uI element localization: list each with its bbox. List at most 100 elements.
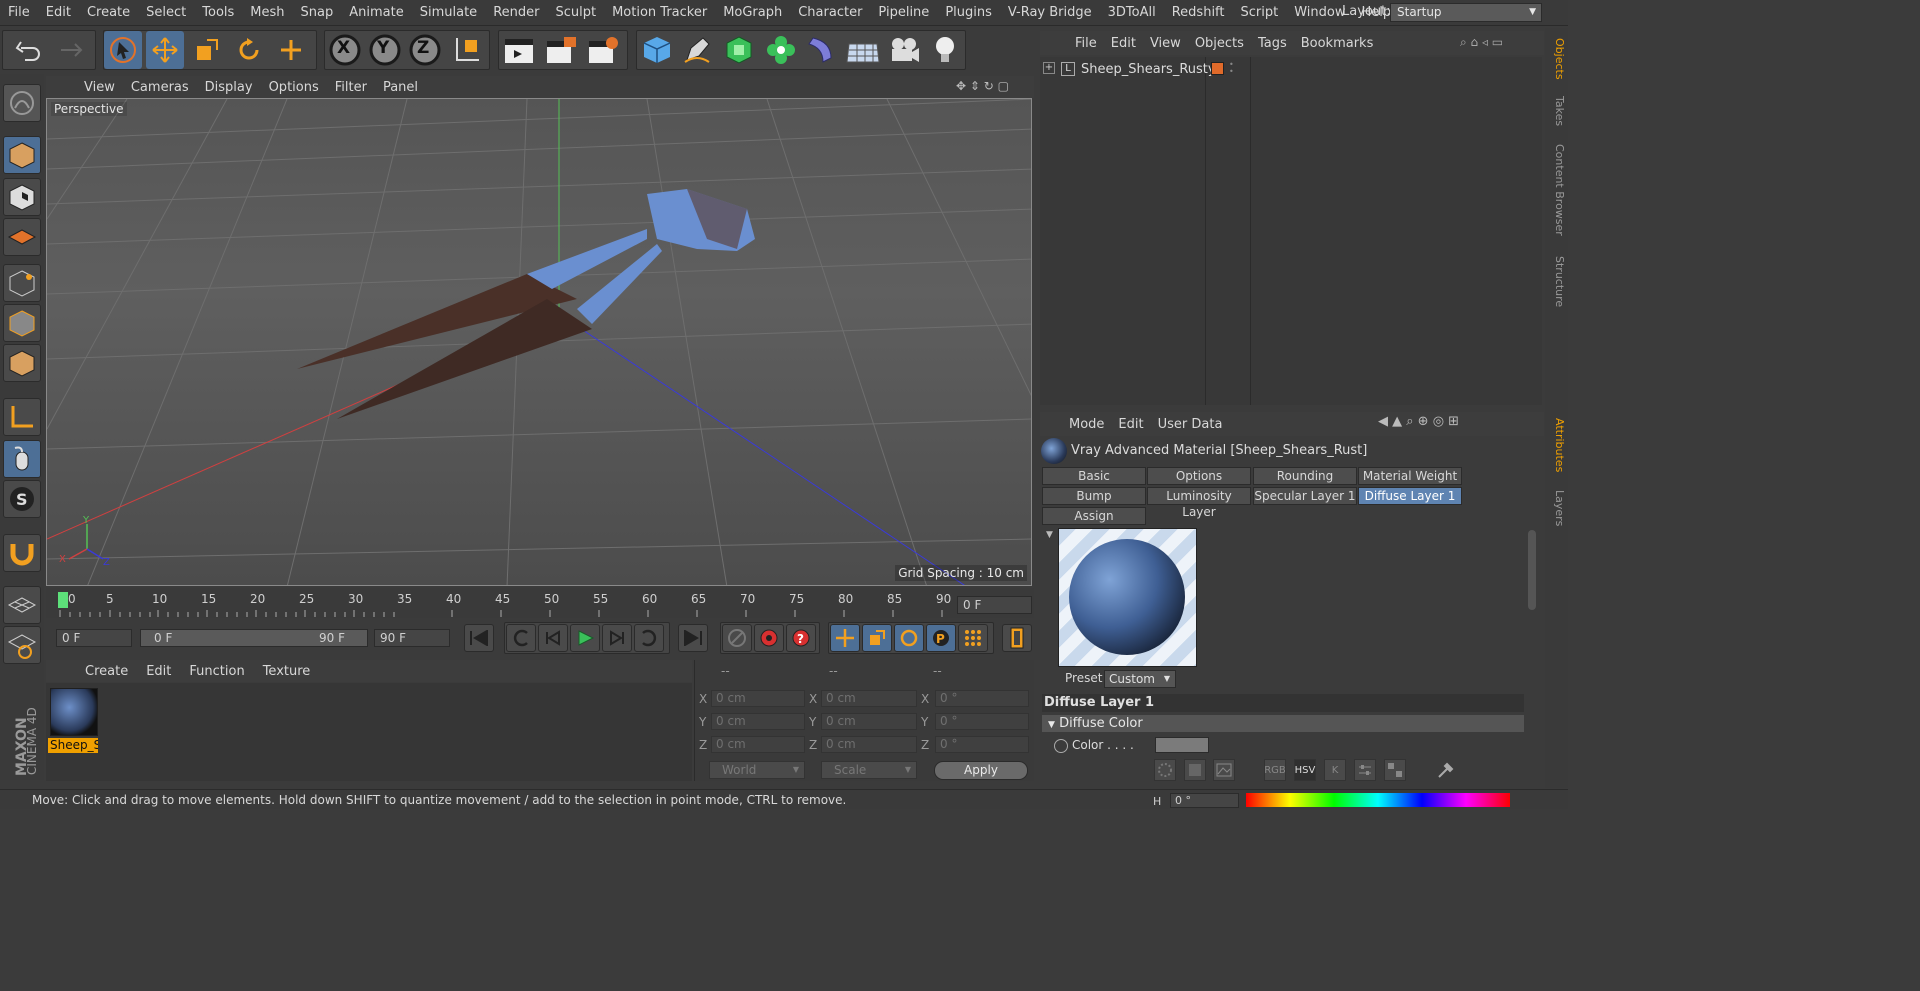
viewport-menu-display[interactable]: Display [197,80,261,95]
key-pla-button[interactable] [958,624,988,652]
coordinate-system-button[interactable] [448,31,486,69]
menu-pipeline[interactable]: Pipeline [870,5,937,20]
make-editable-button[interactable] [3,84,41,122]
hue-field[interactable]: 0 ° [1170,793,1239,808]
attributes-menu-user-data[interactable]: User Data [1151,417,1230,432]
tab-bump[interactable]: Bump [1042,487,1146,505]
layout-dropdown[interactable]: Startup ▼ [1390,3,1542,22]
redo-button[interactable] [52,31,90,69]
enable-axis-button[interactable] [3,398,41,436]
menu-mesh[interactable]: Mesh [242,5,292,20]
size-x-field[interactable]: 0 cm [821,690,917,707]
menu-sculpt[interactable]: Sculpt [547,5,604,20]
floor-environment-button[interactable] [844,31,882,69]
menu-motion-tracker[interactable]: Motion Tracker [604,5,715,20]
visibility-dots[interactable]: • • [1229,61,1235,77]
texture-mode-button[interactable] [3,178,41,216]
rotate-tool-button[interactable] [230,31,268,69]
menu-script[interactable]: Script [1233,5,1287,20]
attributes-nav-icons[interactable]: ◀ ▲ ⌕ ⊕ ◎ ⊞ [1378,414,1538,432]
material-list-area[interactable] [46,683,692,781]
material-menu-function[interactable]: Function [180,664,253,679]
menu-vray-bridge[interactable]: V-Ray Bridge [1000,5,1100,20]
pen-spline-button[interactable] [678,31,716,69]
keyframe-selection-button[interactable]: ? [786,624,816,652]
size-z-field[interactable]: 0 cm [821,736,917,753]
rot-z-field[interactable]: 0 ° [935,736,1029,753]
autokeying-button[interactable] [754,624,784,652]
side-tab-structure[interactable]: Structure [1546,256,1566,307]
menu-3dtoall[interactable]: 3DToAll [1100,5,1164,20]
polygons-mode-button[interactable] [3,344,41,382]
previous-key-button[interactable] [506,624,536,652]
pos-z-field[interactable]: 0 cm [711,736,805,753]
menu-edit[interactable]: Edit [38,5,79,20]
key-rotation-button[interactable] [894,624,924,652]
color-from-image-button[interactable] [1213,759,1235,781]
rot-y-field[interactable]: 0 ° [935,713,1029,730]
menu-select[interactable]: Select [138,5,194,20]
start-frame-field[interactable]: 0 F [56,629,132,647]
cube-object-button[interactable] [638,31,676,69]
attributes-menu-mode[interactable]: Mode [1062,417,1111,432]
side-tab-content-browser[interactable]: Content Browser [1546,144,1566,236]
key-position-button[interactable] [830,624,860,652]
side-tab-takes[interactable]: Takes [1546,96,1566,126]
render-to-picture-viewer-button[interactable] [542,31,580,69]
menu-simulate[interactable]: Simulate [412,5,485,20]
x-axis-lock-button[interactable]: X [326,31,364,69]
layer-color-swatch[interactable] [1211,62,1224,75]
object-menu-view[interactable]: View [1143,36,1188,51]
kelvin-button[interactable]: K [1324,759,1346,781]
expand-toggle[interactable]: + [1043,62,1055,74]
menu-render[interactable]: Render [485,5,547,20]
render-view-button[interactable] [500,31,538,69]
attributes-scrollbar[interactable] [1528,530,1536,610]
side-tab-layers[interactable]: Layers [1546,490,1566,526]
tab-diffuse-layer-1[interactable]: Diffuse Layer 1 [1358,487,1462,505]
object-list[interactable] [1040,57,1542,405]
pos-x-field[interactable]: 0 cm [711,690,805,707]
menu-plugins[interactable]: Plugins [937,5,1000,20]
pos-y-field[interactable]: 0 cm [711,713,805,730]
menu-tools[interactable]: Tools [194,5,242,20]
light-object-button[interactable] [926,31,964,69]
go-to-end-button[interactable] [678,624,708,652]
menu-mograph[interactable]: MoGraph [715,5,790,20]
swatches-button[interactable] [1384,759,1406,781]
next-frame-button[interactable] [602,624,632,652]
coord-size-mode-dropdown[interactable]: Scale ▼ [821,761,917,779]
play-forward-button[interactable] [570,624,600,652]
object-name-sheep-shears[interactable]: Sheep_Shears_Rusty [1081,62,1216,77]
material-menu-edit[interactable]: Edit [137,664,180,679]
size-y-field[interactable]: 0 cm [821,713,917,730]
viewport-menu-view[interactable]: View [76,80,123,95]
menu-animate[interactable]: Animate [341,5,411,20]
rot-x-field[interactable]: 0 ° [935,690,1029,707]
attributes-menu-edit[interactable]: Edit [1111,417,1150,432]
points-mode-button[interactable] [3,264,41,302]
3d-viewport[interactable]: Y X Z Perspective Grid Spacing : 10 cm [46,98,1032,586]
color-mixer-button[interactable] [1354,759,1376,781]
tab-rounding[interactable]: Rounding [1253,467,1357,485]
object-menu-tags[interactable]: Tags [1251,36,1294,51]
object-menu-edit[interactable]: Edit [1104,36,1143,51]
hsv-button[interactable]: HSV [1294,759,1316,781]
edges-mode-button[interactable] [3,304,41,342]
color-swatch[interactable] [1155,737,1209,753]
key-parameter-button[interactable]: P [926,624,956,652]
tab-luminosity-layer[interactable]: Luminosity Layer [1147,487,1251,519]
timeline-ruler[interactable]: 0 5 10 15 20 25 30 35 40 45 50 55 60 65 … [46,588,1034,618]
color-spectrum-button[interactable] [1184,759,1206,781]
collapse-arrow-icon[interactable]: ▼ [1046,530,1053,540]
material-preview[interactable] [1058,528,1197,667]
z-axis-lock-button[interactable]: Z [406,31,444,69]
viewport-menu-panel[interactable]: Panel [375,80,426,95]
key-scale-button[interactable] [862,624,892,652]
tab-options[interactable]: Options [1147,467,1251,485]
material-menu-create[interactable]: Create [76,664,137,679]
apply-button[interactable]: Apply [934,761,1028,780]
object-menu-objects[interactable]: Objects [1188,36,1251,51]
solo-mode-button[interactable]: S [3,480,41,518]
menu-create[interactable]: Create [79,5,138,20]
